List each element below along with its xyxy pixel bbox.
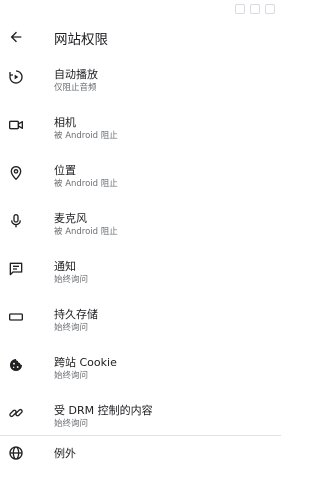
setting-item-camera[interactable]: 相机 被 Android 阻止: [0, 110, 281, 158]
autoplay-icon: [7, 68, 25, 86]
camera-icon: [7, 116, 25, 134]
setting-status: 被 Android 阻止: [54, 227, 118, 237]
app-bar: 网站权限: [0, 22, 281, 52]
setting-status: 始终询问: [54, 419, 89, 429]
setting-label: 跨站 Cookie: [54, 356, 117, 369]
exceptions-label: 例外: [54, 447, 76, 460]
microphone-icon: [7, 212, 25, 230]
setting-status: 始终询问: [54, 371, 89, 381]
setting-label: 麦克风: [54, 212, 87, 225]
setting-item-notification[interactable]: 通知 始终询问: [0, 254, 281, 302]
notification-icon: [7, 260, 25, 278]
setting-item-cookie[interactable]: 跨站 Cookie 始终询问: [0, 350, 281, 398]
status-bar: [0, 0, 281, 22]
setting-label: 受 DRM 控制的内容: [54, 404, 153, 417]
exceptions-item[interactable]: 例外: [0, 437, 281, 471]
setting-item-autoplay[interactable]: 自动播放 仅阻止音频: [0, 62, 281, 110]
cookie-icon: [7, 356, 25, 374]
setting-item-location[interactable]: 位置 被 Android 阻止: [0, 158, 281, 206]
permission-list: 自动播放 仅阻止音频 相机 被 Android 阻止 位置 被 Android …: [0, 62, 281, 446]
setting-label: 相机: [54, 116, 76, 129]
status-icons: [235, 4, 275, 14]
setting-status: 始终询问: [54, 275, 89, 285]
setting-item-microphone[interactable]: 麦克风 被 Android 阻止: [0, 206, 281, 254]
setting-status: 被 Android 阻止: [54, 131, 118, 141]
location-icon: [7, 164, 25, 182]
setting-label: 通知: [54, 260, 76, 273]
globe-icon: [7, 444, 25, 462]
storage-icon: [7, 308, 25, 326]
setting-label: 位置: [54, 164, 76, 177]
setting-status: 始终询问: [54, 323, 89, 333]
setting-label: 自动播放: [54, 68, 98, 81]
setting-status: 仅阻止音频: [54, 83, 97, 93]
divider: [0, 435, 281, 436]
setting-item-storage[interactable]: 持久存储 始终询问: [0, 302, 281, 350]
arrow-back-icon: [8, 29, 24, 45]
page-title: 网站权限: [54, 32, 108, 48]
status-icon: [265, 4, 275, 14]
drm-link-icon: [7, 404, 25, 422]
status-icon: [235, 4, 245, 14]
status-icon: [250, 4, 260, 14]
back-button[interactable]: [4, 25, 28, 49]
setting-status: 被 Android 阻止: [54, 179, 118, 189]
setting-label: 持久存储: [54, 308, 98, 321]
